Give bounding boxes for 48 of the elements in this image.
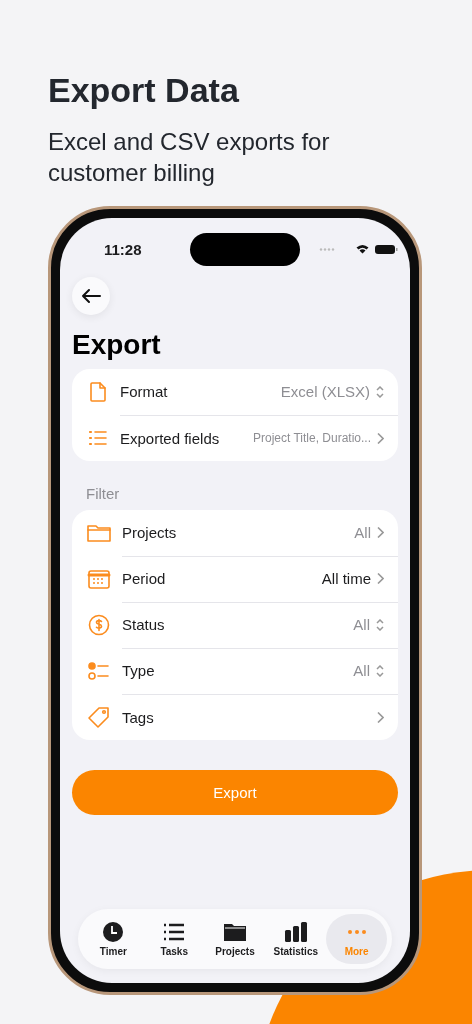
headline: Export Data bbox=[48, 70, 240, 111]
row-label: Projects bbox=[122, 524, 177, 541]
folder-icon bbox=[222, 921, 248, 943]
tab[interactable]: Statistics bbox=[265, 914, 327, 964]
chevron-icon bbox=[377, 527, 384, 538]
tag-icon bbox=[86, 705, 112, 729]
row-label: Format bbox=[120, 383, 168, 400]
settings-row[interactable]: Format Excel (XLSX) bbox=[72, 369, 398, 415]
screen-title: Export bbox=[72, 329, 162, 361]
up-down-icon bbox=[376, 385, 384, 398]
settings-row[interactable]: Type All bbox=[72, 648, 398, 694]
row-label: Status bbox=[122, 616, 165, 633]
status-time: 11:28 bbox=[104, 240, 143, 258]
chevron-icon bbox=[377, 432, 384, 444]
row-value: All bbox=[354, 524, 371, 541]
chevron-icon bbox=[377, 711, 384, 723]
chevron-icon bbox=[377, 573, 384, 584]
row-label: Period bbox=[122, 570, 166, 587]
subtitle: Excel and CSV exports for customer billing bbox=[48, 127, 331, 188]
up-down-icon bbox=[376, 664, 384, 677]
row-value: All bbox=[353, 616, 370, 633]
settings-row[interactable]: Projects All bbox=[72, 510, 398, 556]
calendar-icon bbox=[86, 567, 112, 591]
wifi-icon bbox=[356, 244, 369, 254]
row-label: Tags bbox=[122, 708, 154, 726]
battery-icon bbox=[375, 244, 398, 254]
settings-row[interactable]: Status All bbox=[72, 602, 398, 648]
tab[interactable]: Timer bbox=[83, 914, 144, 964]
tab[interactable]: Tasks bbox=[143, 914, 205, 964]
settings-row[interactable]: Period All time bbox=[72, 556, 398, 602]
back-button[interactable] bbox=[72, 277, 110, 315]
settings-row[interactable]: Exported fields Project Title, Duratio... bbox=[72, 415, 398, 461]
dollar-icon bbox=[86, 613, 112, 637]
row-label: Type bbox=[122, 662, 155, 679]
more-icon bbox=[347, 930, 366, 934]
settings-row[interactable]: Tags bbox=[72, 694, 398, 740]
checklist-icon bbox=[86, 659, 112, 683]
signal-icon bbox=[319, 247, 335, 251]
row-value: All time bbox=[321, 570, 371, 587]
row-label: Exported fields bbox=[120, 429, 220, 447]
row-value: All bbox=[353, 662, 370, 679]
row-value: Project Title, Duratio... bbox=[252, 431, 371, 445]
tab[interactable]: Projects bbox=[204, 914, 266, 964]
bar-chart-icon bbox=[282, 921, 309, 943]
back-arrow-icon bbox=[81, 288, 101, 304]
up-down-icon bbox=[376, 618, 384, 631]
section-heading: Filter bbox=[86, 485, 121, 502]
row-value: Excel (XLSX) bbox=[280, 383, 370, 400]
